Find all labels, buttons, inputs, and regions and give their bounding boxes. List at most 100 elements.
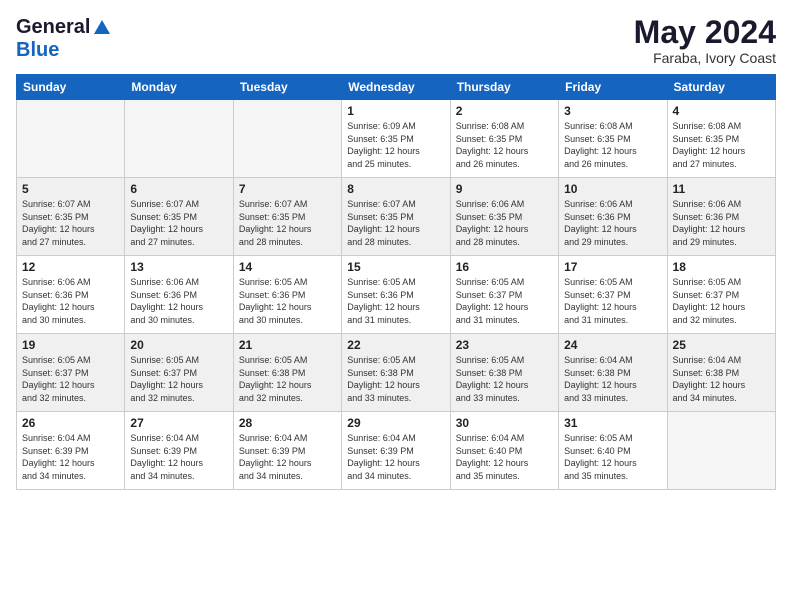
- calendar-week-row: 19 Sunrise: 6:05 AMSunset: 6:37 PMDayligh…: [17, 334, 776, 412]
- calendar-week-row: 26 Sunrise: 6:04 AMSunset: 6:39 PMDayligh…: [17, 412, 776, 490]
- day-number: 29: [347, 416, 444, 430]
- table-row: 11 Sunrise: 6:06 AMSunset: 6:36 PMDayligh…: [667, 178, 775, 256]
- day-info: Sunrise: 6:06 AMSunset: 6:36 PMDaylight:…: [130, 276, 227, 326]
- calendar-table: Sunday Monday Tuesday Wednesday Thursday…: [16, 74, 776, 490]
- table-row: 14 Sunrise: 6:05 AMSunset: 6:36 PMDayligh…: [233, 256, 341, 334]
- day-number: 24: [564, 338, 661, 352]
- day-number: 1: [347, 104, 444, 118]
- header-friday: Friday: [559, 75, 667, 100]
- day-number: 31: [564, 416, 661, 430]
- title-block: May 2024 Faraba, Ivory Coast: [634, 16, 776, 66]
- day-number: 15: [347, 260, 444, 274]
- day-info: Sunrise: 6:05 AMSunset: 6:37 PMDaylight:…: [456, 276, 553, 326]
- day-number: 7: [239, 182, 336, 196]
- table-row: 25 Sunrise: 6:04 AMSunset: 6:38 PMDayligh…: [667, 334, 775, 412]
- day-number: 11: [673, 182, 770, 196]
- table-row: 9 Sunrise: 6:06 AMSunset: 6:35 PMDaylight…: [450, 178, 558, 256]
- day-number: 5: [22, 182, 119, 196]
- day-number: 25: [673, 338, 770, 352]
- day-info: Sunrise: 6:04 AMSunset: 6:39 PMDaylight:…: [239, 432, 336, 482]
- day-info: Sunrise: 6:09 AMSunset: 6:35 PMDaylight:…: [347, 120, 444, 170]
- day-number: 19: [22, 338, 119, 352]
- day-number: 28: [239, 416, 336, 430]
- day-info: Sunrise: 6:04 AMSunset: 6:39 PMDaylight:…: [22, 432, 119, 482]
- header-monday: Monday: [125, 75, 233, 100]
- table-row: [125, 100, 233, 178]
- table-row: 15Sunrise: 6:05 AMSunset: 6:36 PMDayligh…: [342, 256, 450, 334]
- day-number: 20: [130, 338, 227, 352]
- day-info: Sunrise: 6:04 AMSunset: 6:39 PMDaylight:…: [130, 432, 227, 482]
- table-row: 23 Sunrise: 6:05 AMSunset: 6:38 PMDayligh…: [450, 334, 558, 412]
- day-info: Sunrise: 6:05 AMSunset: 6:37 PMDaylight:…: [130, 354, 227, 404]
- day-info: Sunrise: 6:04 AMSunset: 6:39 PMDaylight:…: [347, 432, 444, 482]
- day-number: 14: [239, 260, 336, 274]
- day-info: Sunrise: 6:05 AMSunset: 6:38 PMDaylight:…: [456, 354, 553, 404]
- day-info: Sunrise: 6:08 AMSunset: 6:35 PMDaylight:…: [564, 120, 661, 170]
- table-row: 29 Sunrise: 6:04 AMSunset: 6:39 PMDayligh…: [342, 412, 450, 490]
- day-number: 2: [456, 104, 553, 118]
- table-row: 7 Sunrise: 6:07 AMSunset: 6:35 PMDaylight…: [233, 178, 341, 256]
- day-number: 9: [456, 182, 553, 196]
- logo-icon: [92, 18, 112, 38]
- day-info: Sunrise: 6:06 AMSunset: 6:35 PMDaylight:…: [456, 198, 553, 248]
- day-number: 3: [564, 104, 661, 118]
- table-row: 4Sunrise: 6:08 AMSunset: 6:35 PMDaylight…: [667, 100, 775, 178]
- table-row: 30Sunrise: 6:04 AMSunset: 6:40 PMDayligh…: [450, 412, 558, 490]
- header-thursday: Thursday: [450, 75, 558, 100]
- table-row: 27 Sunrise: 6:04 AMSunset: 6:39 PMDayligh…: [125, 412, 233, 490]
- day-info: Sunrise: 6:07 AMSunset: 6:35 PMDaylight:…: [239, 198, 336, 248]
- logo-line2: Blue: [16, 39, 59, 61]
- calendar-header-row: Sunday Monday Tuesday Wednesday Thursday…: [17, 75, 776, 100]
- table-row: 5 Sunrise: 6:07 AMSunset: 6:35 PMDaylight…: [17, 178, 125, 256]
- table-row: 1 Sunrise: 6:09 AMSunset: 6:35 PMDaylight…: [342, 100, 450, 178]
- day-number: 22: [347, 338, 444, 352]
- day-info: Sunrise: 6:04 AMSunset: 6:38 PMDaylight:…: [673, 354, 770, 404]
- table-row: 26 Sunrise: 6:04 AMSunset: 6:39 PMDayligh…: [17, 412, 125, 490]
- table-row: 19 Sunrise: 6:05 AMSunset: 6:37 PMDayligh…: [17, 334, 125, 412]
- calendar-week-row: 5 Sunrise: 6:07 AMSunset: 6:35 PMDaylight…: [17, 178, 776, 256]
- table-row: 21 Sunrise: 6:05 AMSunset: 6:38 PMDayligh…: [233, 334, 341, 412]
- day-number: 26: [22, 416, 119, 430]
- day-info: Sunrise: 6:08 AMSunset: 6:35 PMDaylight:…: [456, 120, 553, 170]
- day-number: 13: [130, 260, 227, 274]
- day-number: 10: [564, 182, 661, 196]
- day-info: Sunrise: 6:05 AMSunset: 6:37 PMDaylight:…: [673, 276, 770, 326]
- table-row: 18 Sunrise: 6:05 AMSunset: 6:37 PMDayligh…: [667, 256, 775, 334]
- table-row: [667, 412, 775, 490]
- calendar-week-row: 1 Sunrise: 6:09 AMSunset: 6:35 PMDaylight…: [17, 100, 776, 178]
- table-row: 10 Sunrise: 6:06 AMSunset: 6:36 PMDayligh…: [559, 178, 667, 256]
- day-info: Sunrise: 6:04 AMSunset: 6:38 PMDaylight:…: [564, 354, 661, 404]
- table-row: 3 Sunrise: 6:08 AMSunset: 6:35 PMDaylight…: [559, 100, 667, 178]
- day-number: 21: [239, 338, 336, 352]
- day-info: Sunrise: 6:06 AMSunset: 6:36 PMDaylight:…: [673, 198, 770, 248]
- day-info: Sunrise: 6:06 AMSunset: 6:36 PMDaylight:…: [564, 198, 661, 248]
- table-row: 22Sunrise: 6:05 AMSunset: 6:38 PMDayligh…: [342, 334, 450, 412]
- page-header: General Blue May 2024 Faraba, Ivory Coas…: [16, 16, 776, 66]
- day-info: Sunrise: 6:05 AMSunset: 6:37 PMDaylight:…: [564, 276, 661, 326]
- day-number: 8: [347, 182, 444, 196]
- day-info: Sunrise: 6:07 AMSunset: 6:35 PMDaylight:…: [22, 198, 119, 248]
- day-info: Sunrise: 6:05 AMSunset: 6:38 PMDaylight:…: [239, 354, 336, 404]
- day-number: 6: [130, 182, 227, 196]
- day-info: Sunrise: 6:08 AMSunset: 6:35 PMDaylight:…: [673, 120, 770, 170]
- table-row: 31 Sunrise: 6:05 AMSunset: 6:40 PMDayligh…: [559, 412, 667, 490]
- day-number: 23: [456, 338, 553, 352]
- day-info: Sunrise: 6:05 AMSunset: 6:40 PMDaylight:…: [564, 432, 661, 482]
- table-row: 8 Sunrise: 6:07 AMSunset: 6:35 PMDaylight…: [342, 178, 450, 256]
- table-row: 20 Sunrise: 6:05 AMSunset: 6:37 PMDayligh…: [125, 334, 233, 412]
- month-year: May 2024: [634, 16, 776, 48]
- header-sunday: Sunday: [17, 75, 125, 100]
- table-row: 28 Sunrise: 6:04 AMSunset: 6:39 PMDayligh…: [233, 412, 341, 490]
- logo-line1: General: [16, 16, 90, 38]
- logo: General Blue: [16, 16, 112, 62]
- day-info: Sunrise: 6:07 AMSunset: 6:35 PMDaylight:…: [347, 198, 444, 248]
- table-row: 6Sunrise: 6:07 AMSunset: 6:35 PMDaylight…: [125, 178, 233, 256]
- day-number: 30: [456, 416, 553, 430]
- day-number: 12: [22, 260, 119, 274]
- day-info: Sunrise: 6:05 AMSunset: 6:37 PMDaylight:…: [22, 354, 119, 404]
- day-number: 27: [130, 416, 227, 430]
- day-info: Sunrise: 6:05 AMSunset: 6:36 PMDaylight:…: [239, 276, 336, 326]
- table-row: 2 Sunrise: 6:08 AMSunset: 6:35 PMDaylight…: [450, 100, 558, 178]
- calendar-week-row: 12 Sunrise: 6:06 AMSunset: 6:36 PMDayligh…: [17, 256, 776, 334]
- day-number: 18: [673, 260, 770, 274]
